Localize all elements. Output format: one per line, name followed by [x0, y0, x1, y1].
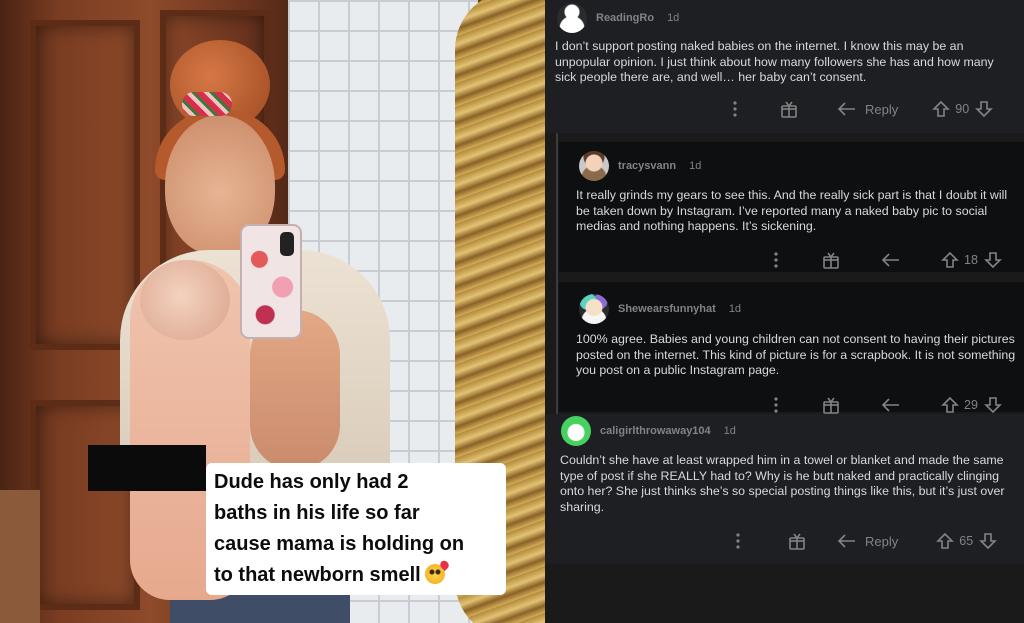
comment-body: I don’t support posting naked babies on …	[555, 39, 994, 85]
comment-username[interactable]: tracysvann	[618, 160, 676, 172]
redaction-box	[88, 445, 206, 491]
reply-icon	[837, 102, 855, 116]
caption-line: Dude has only had 2	[214, 471, 409, 493]
comment-age: 1d	[723, 425, 736, 437]
phone-in-hand	[240, 224, 302, 339]
reply-button[interactable]: Reply	[837, 533, 898, 549]
reply-icon[interactable]	[881, 252, 901, 268]
vote-count: 29	[964, 398, 978, 412]
user-avatar[interactable]	[557, 3, 587, 33]
award-icon[interactable]	[779, 99, 799, 119]
upvote-icon[interactable]	[932, 100, 951, 118]
thread-line[interactable]	[556, 133, 558, 415]
comment-age: 1d	[667, 12, 680, 24]
comment-thread: ReadingRo 1d I don’t support posting nak…	[545, 0, 1024, 623]
reply-icon[interactable]	[881, 397, 901, 413]
upvote-icon[interactable]	[941, 251, 959, 269]
scrunchie	[182, 92, 232, 116]
smiling-face-with-hearts-icon	[424, 564, 445, 584]
baby-head	[140, 260, 230, 340]
comment: Shewearsfunnyhat 1d 100% agree. Babies a…	[559, 282, 1024, 415]
more-options-icon[interactable]	[725, 101, 745, 117]
reply-label: Reply	[865, 533, 899, 549]
more-options-icon[interactable]	[773, 397, 779, 413]
comment-username[interactable]: Shewearsfunnyhat	[618, 303, 716, 315]
caption-line: baths in his life so far	[214, 502, 420, 524]
downvote-icon[interactable]	[983, 251, 1002, 269]
downvote-icon[interactable]	[975, 100, 994, 118]
mirror-selfie-photo: Dude has only had 2 baths in his life so…	[0, 0, 545, 623]
vote-count: 65	[959, 534, 974, 548]
comment: caligirlthrowaway104 1d Couldn’t she hav…	[545, 414, 1024, 564]
downvote-icon[interactable]	[983, 396, 1002, 414]
vote-count: 18	[964, 253, 978, 267]
downvote-icon[interactable]	[979, 532, 998, 550]
more-options-icon[interactable]	[773, 252, 779, 268]
comment-body: 100% agree. Babies and young children ca…	[576, 332, 1016, 378]
comment: tracysvann 1d It really grinds my gears …	[559, 142, 1024, 272]
award-icon[interactable]	[787, 531, 807, 551]
comment-age: 1d	[728, 303, 742, 315]
comment-username[interactable]: caligirlthrowaway104	[600, 425, 711, 437]
user-avatar[interactable]	[579, 151, 609, 181]
award-icon[interactable]	[821, 250, 841, 270]
comment-body: It really grinds my gears to see this. A…	[576, 188, 1008, 234]
upvote-icon[interactable]	[936, 532, 955, 550]
award-icon[interactable]	[821, 395, 841, 415]
comment: ReadingRo 1d I don’t support posting nak…	[545, 0, 1024, 133]
more-options-icon[interactable]	[735, 533, 741, 549]
user-avatar[interactable]	[579, 294, 609, 324]
wood-floor	[0, 490, 40, 623]
reply-label: Reply	[865, 101, 899, 117]
vote-count: 90	[955, 102, 970, 116]
reply-button[interactable]: Reply	[837, 101, 898, 117]
comment-body: Couldn’t she have at least wrapped him i…	[560, 453, 1005, 514]
caption-line: to that newborn smell	[214, 564, 421, 586]
comment-username[interactable]: ReadingRo	[596, 12, 654, 24]
phone-camera-icon	[280, 232, 294, 256]
user-avatar[interactable]	[561, 416, 591, 446]
reply-icon	[837, 534, 855, 548]
caption-line: cause mama is holding on	[214, 533, 465, 555]
upvote-icon[interactable]	[941, 396, 959, 414]
comment-age: 1d	[689, 160, 702, 172]
story-caption: Dude has only had 2 baths in his life so…	[206, 463, 506, 595]
